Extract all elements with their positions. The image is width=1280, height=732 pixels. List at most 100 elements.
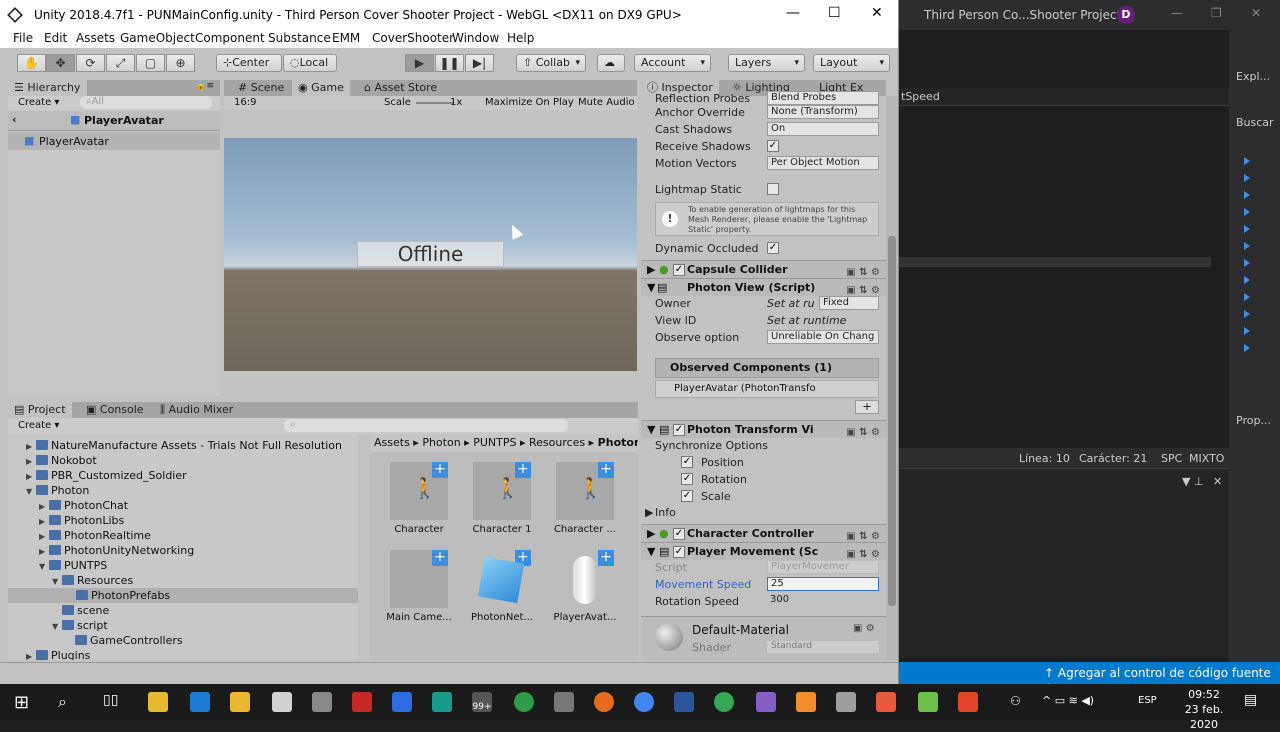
movement-speed-input[interactable]: 25 (767, 577, 879, 591)
shader-dropdown[interactable]: Standard (767, 641, 879, 653)
expand-arrow-icon[interactable] (1244, 242, 1250, 250)
play-button-icon[interactable]: ▶ (405, 54, 434, 72)
panel-close-icon[interactable]: ✕ (1213, 475, 1222, 488)
property-field[interactable]: None (Transform) (767, 105, 879, 119)
breadcrumb-item[interactable]: PUNTPS (473, 436, 516, 449)
vs-minimize-icon[interactable]: — (1171, 6, 1183, 20)
tree-item[interactable]: ▼ script (52, 618, 108, 633)
cloud-button-icon[interactable]: ☁ (597, 54, 625, 72)
arduino-icon[interactable] (432, 692, 452, 712)
store-icon[interactable] (230, 692, 250, 712)
dynamic-occluded-checkbox[interactable]: ✓ (767, 242, 779, 254)
expand-arrow-icon[interactable] (1244, 191, 1250, 199)
asset-item[interactable]: + 🚶 Character (384, 462, 454, 535)
substance-icon[interactable] (352, 692, 372, 712)
menu-edit[interactable]: Edit (44, 31, 67, 45)
expand-arrow-icon[interactable] (1244, 157, 1250, 165)
expand-arrow-icon[interactable] (1244, 225, 1250, 233)
foldout-arrow-icon[interactable]: ▶ (647, 525, 655, 543)
expand-arrow-icon[interactable] (1244, 293, 1250, 301)
tree-item[interactable]: ▶ PhotonChat (39, 498, 128, 513)
scrollbar-thumb[interactable] (888, 236, 896, 606)
people-icon[interactable]: ⚇ (1010, 694, 1021, 708)
menu-emm[interactable]: EMM (332, 31, 360, 45)
tab-game[interactable]: ◉ Game (292, 80, 350, 96)
tree-item[interactable]: ▶ PhotonRealtime (39, 528, 151, 543)
chrome-icon[interactable] (514, 692, 534, 712)
menu-file[interactable]: File (13, 31, 33, 45)
rect-tool-icon[interactable]: ▢ (136, 54, 165, 72)
lightmap-static-checkbox[interactable] (767, 183, 779, 195)
component-enabled-checkbox[interactable]: ✓ (673, 264, 685, 276)
tab-project[interactable]: ▤ Project (8, 402, 72, 418)
chrome-app-icon[interactable] (634, 692, 654, 712)
property-dropdown[interactable]: Blend Probes (767, 91, 879, 105)
menu-covershooter[interactable]: CoverShooter (372, 31, 454, 45)
language-indicator[interactable]: ESP (1138, 695, 1157, 706)
hierarchy-item[interactable]: ■ PlayerAvatar (8, 132, 220, 150)
breadcrumb-item[interactable]: Resources (529, 436, 585, 449)
breadcrumb-item[interactable]: PhotonPrefabs (598, 436, 638, 449)
mute-audio-toggle[interactable]: Mute Audio (578, 97, 635, 108)
rotation-speed-input[interactable]: 300 (767, 594, 879, 608)
tree-item[interactable]: scene (52, 603, 109, 618)
sync-position-checkbox[interactable]: ✓ (681, 456, 693, 468)
chrome-profile-icon[interactable] (714, 692, 734, 712)
tree-item[interactable]: ▶ PhotonLibs (39, 513, 124, 528)
search-icon[interactable]: ⌕ (58, 692, 67, 712)
inspector-scrollbar[interactable] (886, 96, 898, 660)
material-settings-icon[interactable]: ▣ ⚙ (853, 623, 875, 634)
tab-asset-store[interactable]: ⌂ Asset Store (358, 80, 443, 96)
visual-studio-icon[interactable] (756, 692, 776, 712)
tree-item[interactable]: GameControllers (65, 633, 183, 648)
expand-arrow-icon[interactable] (1244, 276, 1250, 284)
sync-scale-checkbox[interactable]: ✓ (681, 490, 693, 502)
dropbox-icon[interactable] (392, 692, 412, 712)
maximize-icon[interactable]: ☐ (828, 5, 841, 21)
edge-icon[interactable] (190, 692, 210, 712)
expand-arrow-icon[interactable] (1244, 174, 1250, 182)
layers-dropdown[interactable]: Layers ▾ (728, 54, 805, 72)
expand-arrow-icon[interactable] (1244, 208, 1250, 216)
draw-app-icon[interactable] (958, 692, 978, 712)
unreal-icon[interactable] (312, 692, 332, 712)
tab-hierarchy[interactable]: ☰ Hierarchy (8, 80, 87, 96)
expand-arrow-icon[interactable] (1244, 327, 1250, 335)
krita-icon[interactable] (876, 692, 896, 712)
lock-icon[interactable]: 🔒≡ (195, 81, 214, 91)
observed-component-field[interactable]: PlayerAvatar (PhotonTransfo (655, 380, 879, 398)
vmware-icon[interactable] (836, 692, 856, 712)
rotate-tool-icon[interactable]: ⟳ (76, 54, 105, 72)
component-enabled-checkbox[interactable]: ✓ (673, 546, 685, 558)
asset-item[interactable]: + PhotonNet... (467, 550, 537, 624)
layout-dropdown[interactable]: Layout ▾ (813, 54, 890, 72)
expand-arrow-icon[interactable] (1244, 310, 1250, 318)
tree-item[interactable]: ▼ PUNTPS (39, 558, 107, 573)
vs-properties-label[interactable]: Prop... (1236, 414, 1271, 427)
add-observed-button[interactable]: + (855, 400, 879, 414)
asset-item[interactable]: + Main Came... (384, 550, 454, 624)
pause-button-icon[interactable]: ❚❚ (435, 54, 464, 72)
tree-item[interactable]: ▼ Photon (26, 483, 89, 498)
tree-item[interactable]: ▼ Resources (52, 573, 133, 588)
task-view-icon[interactable]: ▯▯ (103, 692, 118, 708)
observe-option-dropdown[interactable]: Unreliable On Chang (767, 330, 879, 344)
menu-gameobject[interactable]: GameObject (120, 31, 195, 45)
mail-badge-icon[interactable]: 99+ (472, 692, 492, 712)
observed-components-header[interactable]: Observed Components (1) (655, 358, 879, 378)
component-header[interactable]: ▶ ● ✓ Character Controller ▣ ⇅ ⚙ (641, 524, 886, 542)
tree-item[interactable]: ▶ NatureManufacture Assets - Trials Not F… (26, 438, 342, 453)
word-icon[interactable] (674, 692, 694, 712)
blender-icon[interactable] (796, 692, 816, 712)
tab-console[interactable]: ▣ Console (80, 402, 150, 418)
scale-tool-icon[interactable]: ⤢ (106, 54, 135, 72)
info-foldout[interactable]: ▶ Info (641, 504, 886, 521)
vs-close-icon[interactable]: ✕ (1251, 6, 1261, 20)
vs-explorer-label[interactable]: Expl... (1236, 70, 1270, 83)
asset-item[interactable]: + 🚶 Character 1 (467, 462, 537, 536)
asset-item[interactable]: + 🚶 Character ... (550, 462, 620, 536)
menu-window[interactable]: Window (452, 31, 499, 45)
scale-slider[interactable] (416, 102, 454, 104)
menu-substance[interactable]: Substance (268, 31, 331, 45)
breadcrumb-item[interactable]: Assets (374, 436, 410, 449)
